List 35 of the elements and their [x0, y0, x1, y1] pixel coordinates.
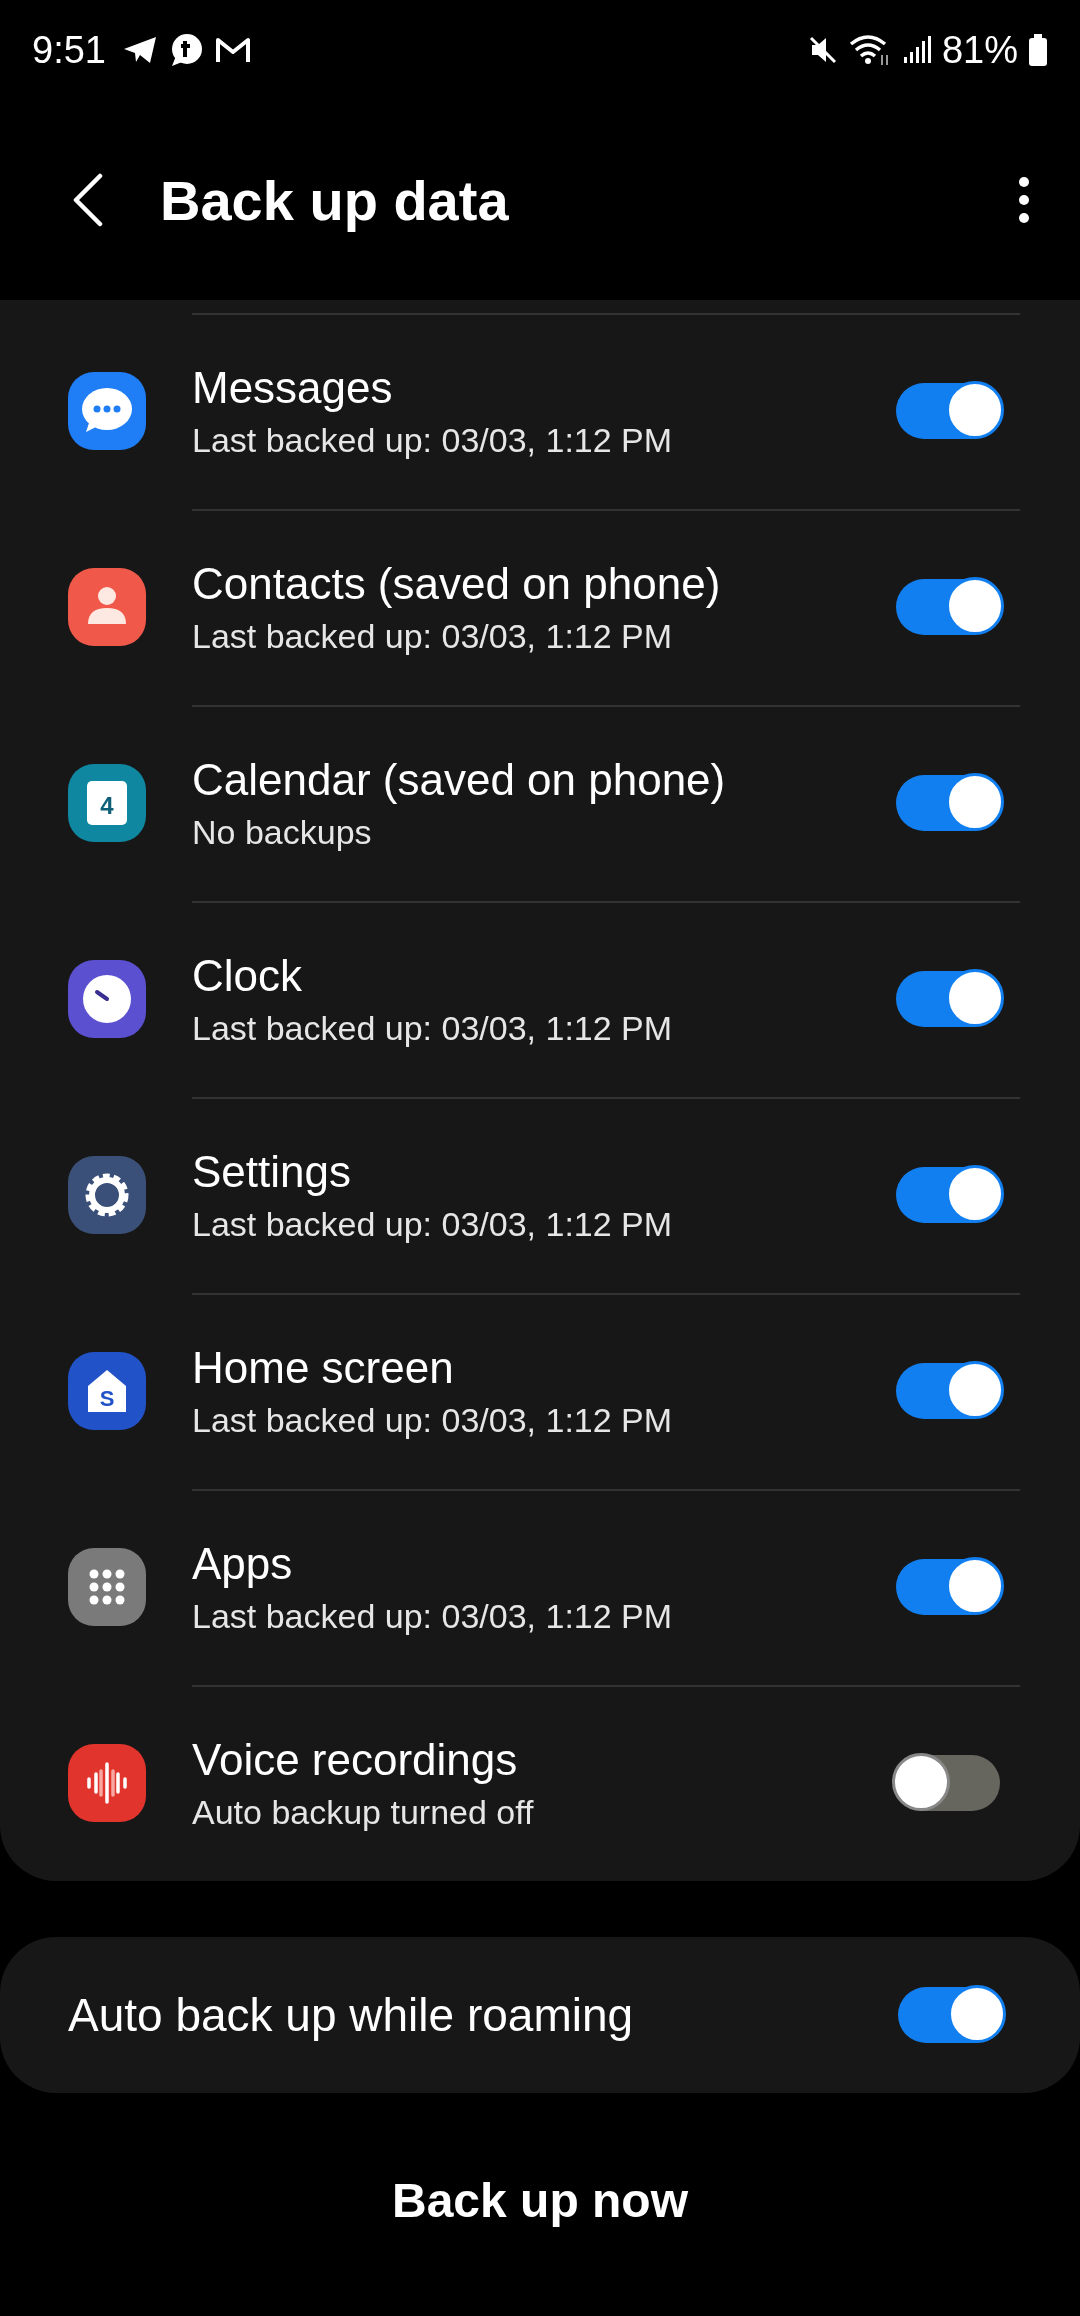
item-title: Calendar (saved on phone) — [192, 754, 727, 805]
item-subtitle: Last backed up: 03/03, 1:12 PM — [192, 1596, 674, 1636]
back-up-now-button[interactable]: Back up now — [367, 2161, 712, 2240]
more-options-icon[interactable] — [1018, 176, 1030, 224]
item-title: Home screen — [192, 1342, 455, 1393]
gear-icon — [68, 1156, 146, 1234]
item-title: Settings — [192, 1146, 352, 1197]
item-subtitle: Last backed up: 03/03, 1:12 PM — [192, 616, 674, 656]
mail-icon — [213, 36, 252, 64]
item-title: Voice recordings — [192, 1734, 519, 1785]
person-icon — [68, 568, 146, 646]
house-icon: S — [68, 1352, 146, 1430]
battery-icon — [1028, 34, 1048, 66]
roaming-label: Auto back up while roaming — [68, 1988, 635, 2042]
clock-icon — [68, 960, 146, 1038]
item-title: Clock — [192, 950, 304, 1001]
sound-wave-icon — [68, 1744, 146, 1822]
item-subtitle: No backups — [192, 812, 373, 852]
item-subtitle: Last backed up: 03/03, 1:12 PM — [192, 420, 674, 460]
calendar-icon: 4 — [68, 764, 146, 842]
grid-icon — [68, 1548, 146, 1626]
item-subtitle: Last backed up: 03/03, 1:12 PM — [192, 1204, 674, 1244]
item-subtitle: Last backed up: 03/03, 1:12 PM — [192, 1400, 674, 1440]
page-title: Back up data — [160, 167, 509, 233]
mute-icon — [807, 35, 838, 65]
back-icon[interactable] — [72, 173, 104, 227]
signal-icon — [901, 35, 932, 65]
status-time: 9:51 — [32, 28, 106, 72]
battery-percent: 81% — [941, 28, 1018, 72]
chat-bubble-icon — [68, 372, 146, 450]
item-subtitle: Auto backup turned off — [192, 1792, 535, 1832]
item-title: Apps — [192, 1538, 294, 1589]
item-title: Messages — [192, 362, 394, 413]
item-subtitle: Last backed up: 03/03, 1:12 PM — [192, 1008, 674, 1048]
item-title: Contacts (saved on phone) — [192, 558, 722, 609]
